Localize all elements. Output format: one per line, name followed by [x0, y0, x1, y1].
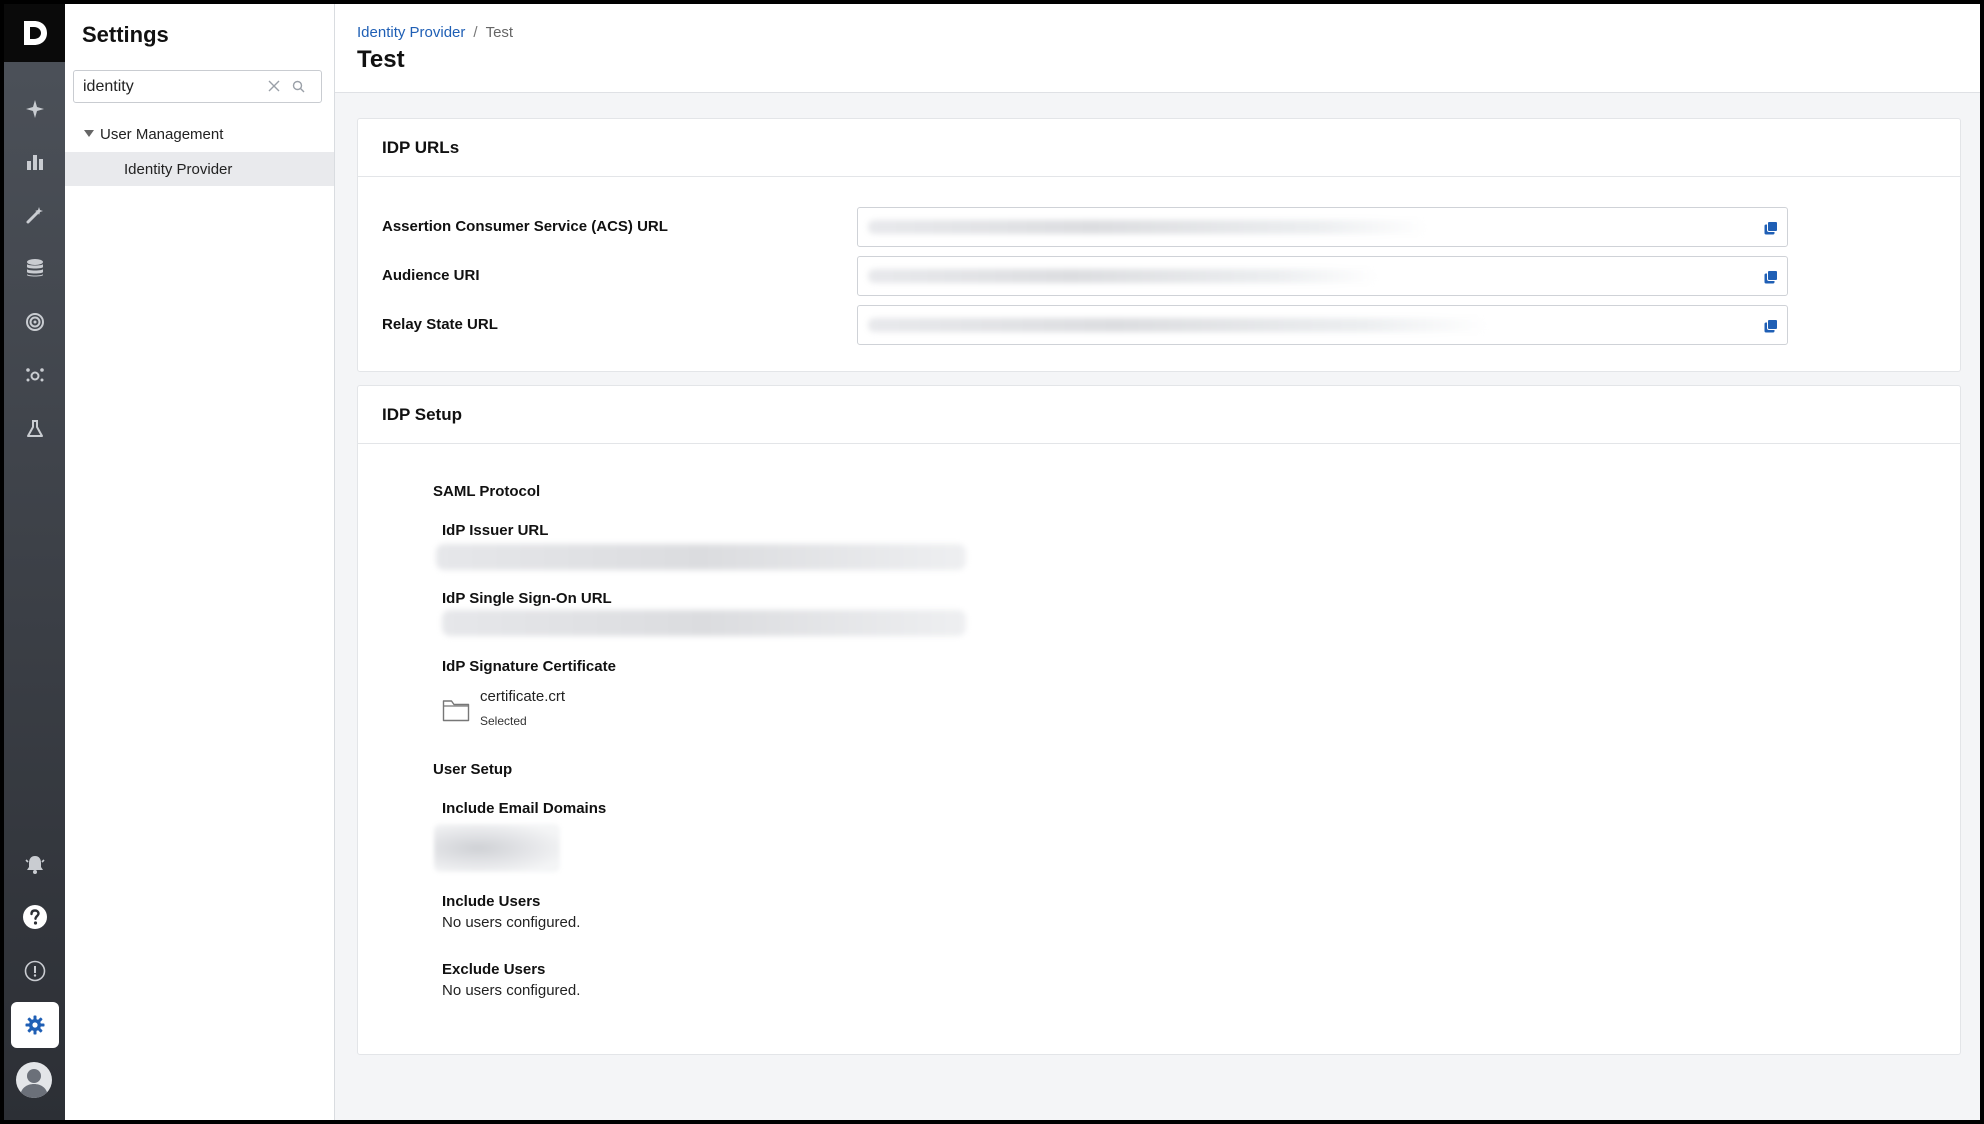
flask-icon[interactable] [4, 409, 65, 449]
redacted-value [868, 318, 1488, 332]
bell-alert-icon[interactable] [4, 844, 65, 884]
tree-item-label: Identity Provider [124, 160, 233, 178]
include-users-value: No users configured. [442, 914, 581, 931]
sso-url-label: IdP Single Sign-On URL [442, 590, 612, 607]
tree-group-label: User Management [100, 125, 224, 143]
acs-url-field[interactable] [857, 207, 1788, 247]
relay-state-label: Relay State URL [382, 316, 498, 333]
tree-item-identity-provider[interactable]: Identity Provider [65, 152, 334, 186]
settings-search-input[interactable] [83, 71, 263, 102]
relay-state-row: Relay State URL [358, 305, 1962, 345]
breadcrumb: Identity Provider / Test [357, 24, 513, 41]
sparkle-icon[interactable] [4, 89, 65, 129]
page-header: Identity Provider / Test Test [335, 4, 1980, 93]
app-logo-icon[interactable] [4, 4, 65, 62]
tree-group-user-management[interactable]: User Management [65, 120, 334, 148]
exclude-users-label: Exclude Users [442, 961, 546, 978]
issuer-url-label: IdP Issuer URL [442, 522, 549, 539]
caret-down-icon[interactable] [84, 128, 96, 140]
certificate-label: IdP Signature Certificate [442, 658, 616, 675]
idp-urls-header: IDP URLs [358, 119, 1960, 177]
redacted-sso-url [442, 610, 966, 636]
redacted-issuer-url [436, 544, 966, 570]
audience-uri-field[interactable] [857, 256, 1788, 296]
folder-icon[interactable] [442, 697, 470, 723]
settings-gear-icon[interactable] [11, 1002, 59, 1048]
magic-wand-icon[interactable] [4, 195, 65, 235]
certificate-status: Selected [480, 714, 527, 728]
main-content: Identity Provider / Test Test IDP URLs A… [335, 4, 1980, 1120]
settings-panel: Settings User Management Identity Provid… [65, 4, 335, 1120]
page-title: Test [357, 46, 405, 73]
breadcrumb-separator: / [473, 24, 478, 41]
certificate-file-name: certificate.crt [480, 688, 566, 705]
breadcrumb-current: Test [485, 24, 514, 41]
redacted-value [868, 269, 1378, 283]
idp-setup-card: IDP Setup SAML Protocol IdP Issuer URL I… [357, 385, 1961, 1055]
database-icon[interactable] [4, 248, 65, 288]
redacted-value [868, 220, 1428, 234]
user-avatar-icon[interactable] [16, 1062, 52, 1098]
network-icon[interactable] [4, 355, 65, 395]
bar-chart-icon[interactable] [4, 142, 65, 182]
idp-setup-header: IDP Setup [358, 386, 1960, 444]
saml-protocol-heading: SAML Protocol [433, 483, 541, 500]
target-icon[interactable] [4, 302, 65, 342]
clear-search-icon[interactable] [266, 78, 282, 94]
info-circle-icon[interactable] [4, 951, 65, 991]
acs-url-row: Assertion Consumer Service (ACS) URL [358, 207, 1962, 247]
include-users-label: Include Users [442, 893, 541, 910]
app-window: Settings User Management Identity Provid… [4, 4, 1980, 1120]
idp-urls-card: IDP URLs Assertion Consumer Service (ACS… [357, 118, 1961, 372]
icon-rail [4, 4, 65, 1120]
copy-icon[interactable] [1761, 267, 1781, 287]
acs-url-label: Assertion Consumer Service (ACS) URL [382, 218, 668, 235]
search-icon[interactable] [290, 78, 306, 94]
redacted-email-domain [434, 824, 560, 872]
help-icon[interactable] [4, 897, 65, 937]
copy-icon[interactable] [1761, 218, 1781, 238]
idp-setup-title: IDP Setup [382, 405, 462, 424]
breadcrumb-identity-provider[interactable]: Identity Provider [357, 24, 465, 41]
copy-icon[interactable] [1761, 316, 1781, 336]
audience-uri-label: Audience URI [382, 267, 480, 284]
relay-state-field[interactable] [857, 305, 1788, 345]
exclude-users-value: No users configured. [442, 982, 581, 999]
include-domains-label: Include Email Domains [442, 800, 607, 817]
user-setup-heading: User Setup [433, 761, 513, 778]
settings-title: Settings [82, 22, 169, 47]
settings-search [73, 70, 322, 103]
audience-uri-row: Audience URI [358, 256, 1962, 296]
idp-urls-title: IDP URLs [382, 138, 460, 157]
